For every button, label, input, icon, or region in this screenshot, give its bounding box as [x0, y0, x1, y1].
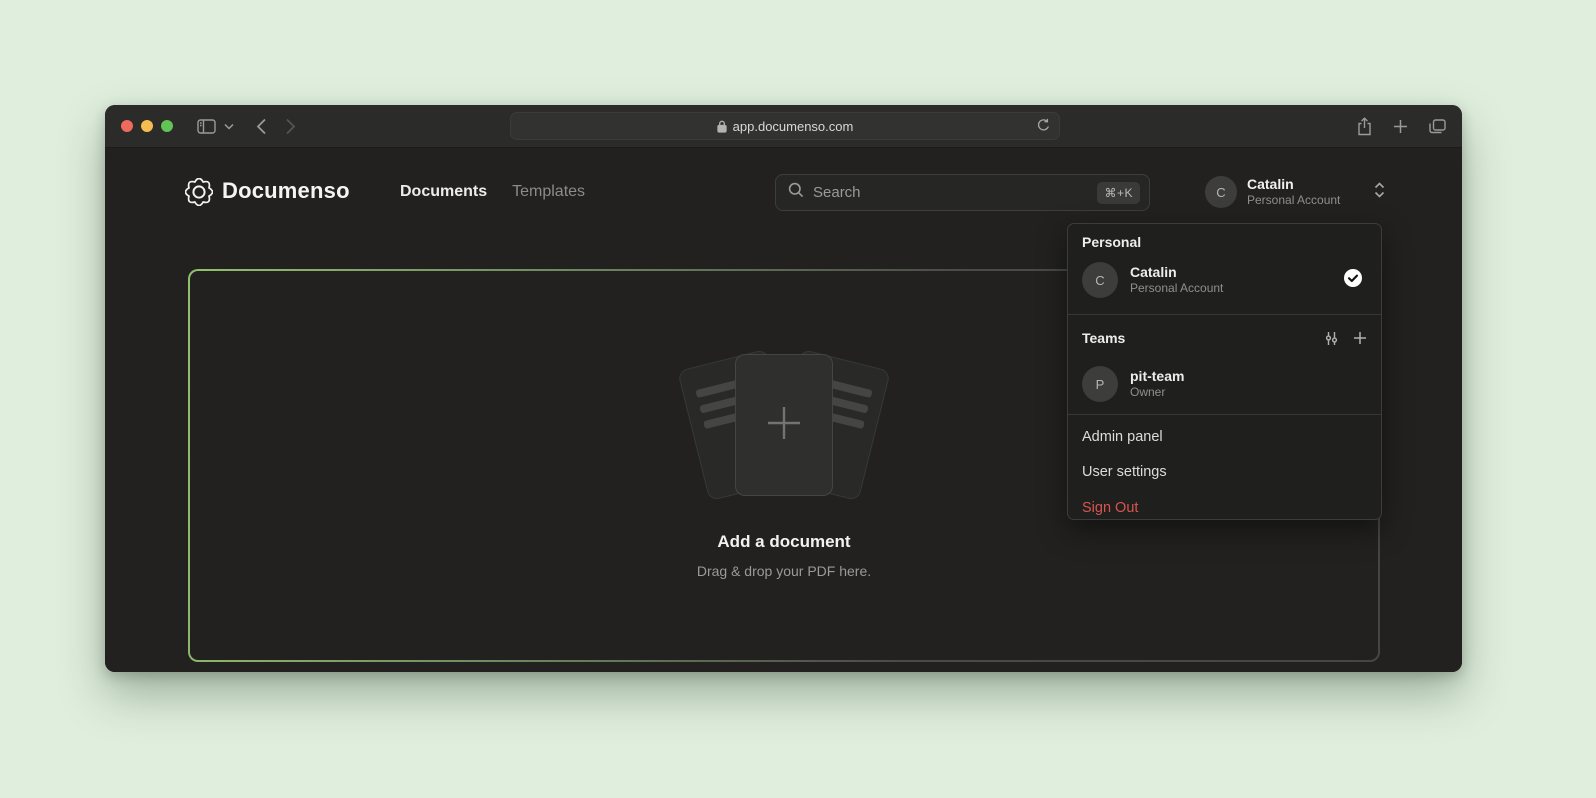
desktop-background: app.documenso.com: [0, 0, 1596, 798]
share-icon[interactable]: [1357, 117, 1372, 136]
dropzone-title: Add a document: [717, 532, 850, 552]
browser-toolbar: app.documenso.com: [105, 105, 1462, 147]
main-nav: Documents Templates: [400, 183, 585, 201]
menu-divider: [1068, 414, 1381, 415]
account-name: Catalin: [1247, 176, 1340, 194]
personal-account-name: Catalin: [1130, 263, 1223, 281]
chevron-up-down-icon: [1374, 182, 1385, 203]
search-icon: [788, 182, 804, 203]
search-bar[interactable]: ⌘+K: [775, 174, 1150, 211]
search-shortcut-badge: ⌘+K: [1097, 182, 1140, 204]
add-team-icon[interactable]: [1353, 331, 1367, 346]
plus-icon: [762, 401, 806, 450]
account-menu-button[interactable]: C Catalin Personal Account: [1205, 172, 1385, 212]
forward-button[interactable]: [285, 118, 296, 135]
brand-name[interactable]: Documenso: [222, 178, 350, 204]
menu-section-teams: Teams: [1082, 330, 1125, 346]
check-circle-icon: [1343, 268, 1363, 293]
new-tab-icon[interactable]: [1393, 119, 1408, 134]
traffic-lights: [121, 120, 173, 132]
avatar: P: [1082, 366, 1118, 402]
zoom-window-button[interactable]: [161, 120, 173, 132]
address-text: app.documenso.com: [733, 119, 854, 134]
avatar: C: [1082, 262, 1118, 298]
menu-item-personal-account[interactable]: C Catalin Personal Account: [1076, 254, 1373, 306]
menu-item-sign-out[interactable]: Sign Out: [1076, 491, 1373, 520]
team-name: pit-team: [1130, 367, 1184, 385]
menu-item-user-settings[interactable]: User settings: [1076, 455, 1373, 489]
reload-icon[interactable]: [1037, 118, 1050, 136]
menu-item-team-pit-team[interactable]: P pit-team Owner: [1076, 358, 1373, 410]
sidebar-toggle-icon[interactable]: [197, 119, 216, 134]
team-role: Owner: [1130, 385, 1184, 401]
close-window-button[interactable]: [121, 120, 133, 132]
menu-item-admin-panel[interactable]: Admin panel: [1076, 420, 1373, 454]
nav-item-templates[interactable]: Templates: [512, 183, 585, 201]
personal-account-subtitle: Personal Account: [1130, 281, 1223, 297]
menu-section-personal: Personal: [1082, 234, 1141, 250]
team-preferences-icon[interactable]: [1324, 331, 1339, 346]
sidebar-chevron-down-icon[interactable]: [224, 123, 234, 130]
back-button[interactable]: [256, 118, 267, 135]
browser-window: app.documenso.com: [105, 105, 1462, 672]
minimize-window-button[interactable]: [141, 120, 153, 132]
document-stack-illustration: [674, 352, 894, 502]
address-bar[interactable]: app.documenso.com: [510, 112, 1060, 140]
documenso-logo-icon[interactable]: [185, 178, 213, 206]
account-dropdown-menu: Personal C Catalin Personal Account: [1067, 223, 1382, 520]
dropzone-subtitle: Drag & drop your PDF here.: [697, 563, 871, 579]
avatar: C: [1205, 176, 1237, 208]
search-input[interactable]: [813, 184, 1097, 201]
nav-item-documents[interactable]: Documents: [400, 183, 487, 201]
account-subtitle: Personal Account: [1247, 193, 1340, 208]
lock-icon: [717, 120, 727, 133]
tab-overview-icon[interactable]: [1429, 119, 1446, 134]
document-card-front: [735, 354, 833, 496]
menu-divider: [1068, 314, 1381, 315]
documenso-app-page: Documenso Documents Templates ⌘+K C: [105, 147, 1462, 672]
